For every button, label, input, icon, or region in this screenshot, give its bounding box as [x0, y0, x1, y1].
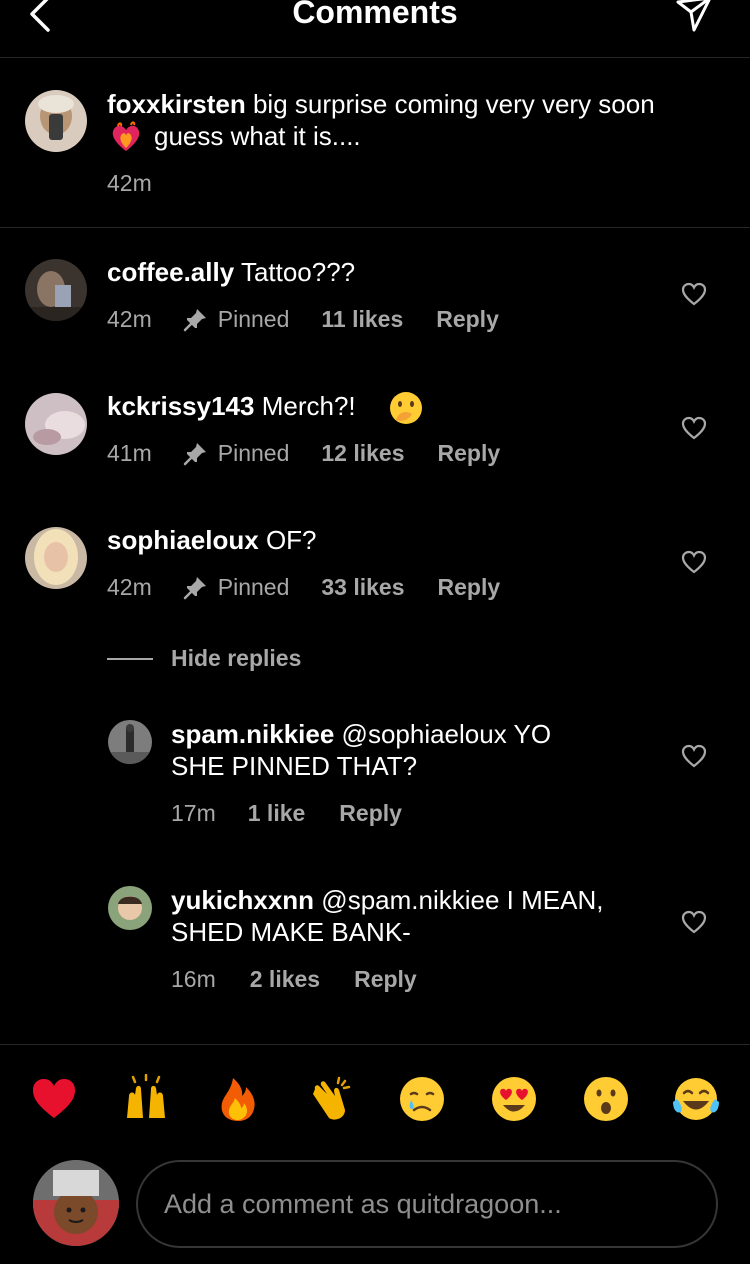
post-caption: foxxkirsten big surprise coming very ver… — [0, 58, 750, 228]
current-user-avatar[interactable] — [33, 1160, 119, 1246]
reply-button[interactable]: Reply — [339, 800, 402, 827]
reply-username[interactable]: yukichxxnn — [171, 885, 314, 915]
comment-time: 42m — [107, 574, 152, 600]
avatar[interactable] — [25, 90, 87, 152]
like-heart-icon[interactable] — [680, 280, 708, 308]
face-with-hand-over-mouth-emoji — [390, 392, 422, 424]
reply-body-line1: YO — [513, 719, 552, 749]
paper-plane-icon[interactable] — [672, 0, 716, 36]
reply-time: 17m — [171, 800, 216, 826]
raising-hands-emoji[interactable] — [121, 1074, 171, 1124]
reply-meta: 17m 1 like Reply — [171, 800, 402, 827]
pinned-label: Pinned — [217, 440, 290, 466]
comment-username[interactable]: coffee.ally — [107, 257, 234, 287]
comment-input-placeholder: Add a comment as quitdragoon... — [164, 1189, 562, 1219]
pin-icon — [183, 442, 206, 465]
comment-body: Merch?! — [261, 391, 356, 421]
avatar[interactable] — [25, 527, 87, 589]
comment-username[interactable]: sophiaeloux — [107, 525, 259, 555]
comment-input[interactable]: Add a comment as quitdragoon... — [136, 1160, 718, 1248]
pin-icon — [183, 576, 206, 599]
comment-meta: 42m Pinned 33 likes Reply — [107, 574, 500, 601]
likes-count[interactable]: 1 like — [248, 800, 306, 827]
reply-meta: 16m 2 likes Reply — [171, 966, 417, 993]
reply-button[interactable]: Reply — [438, 574, 501, 601]
reply-button[interactable]: Reply — [354, 966, 417, 993]
like-heart-icon[interactable] — [680, 908, 708, 936]
reply-time: 16m — [171, 966, 216, 992]
fire-emoji[interactable] — [213, 1074, 263, 1124]
pinned-label: Pinned — [217, 574, 290, 600]
pinned-label: Pinned — [217, 306, 290, 332]
likes-count[interactable]: 2 likes — [250, 966, 320, 993]
reply-text: yukichxxnn @spam.nikkiee I MEAN, SHED MA… — [171, 884, 671, 948]
reply-text: spam.nikkiee @sophiaeloux YO SHE PINNED … — [171, 718, 671, 782]
comment-body: OF? — [265, 525, 317, 555]
clapping-hands-emoji[interactable] — [305, 1074, 355, 1124]
emoji-quick-bar — [0, 1044, 750, 1154]
like-heart-icon[interactable] — [680, 742, 708, 770]
caption-text: foxxkirsten big surprise coming very ver… — [107, 88, 727, 120]
likes-count[interactable]: 12 likes — [321, 440, 404, 467]
heart-on-fire-emoji — [112, 121, 140, 151]
reply-button[interactable]: Reply — [438, 440, 501, 467]
comment-text: sophiaeloux OF? — [107, 524, 317, 556]
reply-mention[interactable]: @sophiaeloux — [342, 719, 507, 749]
comment-text: kckrissy143 Merch?! — [107, 390, 356, 422]
hide-replies-toggle[interactable]: Hide replies — [107, 645, 301, 672]
tears-of-joy-emoji[interactable] — [671, 1074, 721, 1124]
likes-count[interactable]: 33 likes — [321, 574, 404, 601]
comment-body: Tattoo??? — [240, 257, 356, 287]
reply-body-line2: SHED MAKE BANK- — [171, 917, 411, 947]
avatar[interactable] — [108, 720, 152, 764]
reply-button[interactable]: Reply — [436, 306, 499, 333]
comment-meta: 41m Pinned 12 likes Reply — [107, 440, 500, 467]
red-heart-emoji[interactable] — [29, 1074, 79, 1124]
caption-username[interactable]: foxxkirsten — [107, 89, 246, 119]
astonished-face-emoji[interactable] — [581, 1074, 631, 1124]
caption-timestamp: 42m — [107, 170, 152, 196]
reply-body-line1: I MEAN, — [506, 885, 604, 915]
avatar[interactable] — [108, 886, 152, 930]
reply-body-line2: SHE PINNED THAT? — [171, 751, 418, 781]
likes-count[interactable]: 11 likes — [321, 306, 403, 333]
comment-username[interactable]: kckrissy143 — [107, 391, 254, 421]
caption-line1: big surprise coming very very soon — [252, 89, 655, 119]
comment-text: coffee.ally Tattoo??? — [107, 256, 355, 288]
pin-icon — [183, 308, 206, 331]
replies-divider-line — [107, 657, 153, 660]
comment-time: 41m — [107, 440, 152, 466]
avatar[interactable] — [25, 393, 87, 455]
reply-username[interactable]: spam.nikkiee — [171, 719, 334, 749]
page-title: Comments — [292, 0, 458, 30]
comment-meta: 42m Pinned 11 likes Reply — [107, 306, 499, 333]
crying-face-emoji[interactable] — [397, 1074, 447, 1124]
reply-mention[interactable]: @spam.nikkiee — [321, 885, 499, 915]
avatar[interactable] — [25, 259, 87, 321]
heart-eyes-emoji[interactable] — [489, 1074, 539, 1124]
like-heart-icon[interactable] — [680, 548, 708, 576]
header-bar: Comments — [0, 0, 750, 58]
hide-replies-label[interactable]: Hide replies — [171, 645, 301, 672]
caption-line2: guess what it is.... — [154, 121, 361, 151]
like-heart-icon[interactable] — [680, 414, 708, 442]
comment-time: 42m — [107, 306, 152, 332]
